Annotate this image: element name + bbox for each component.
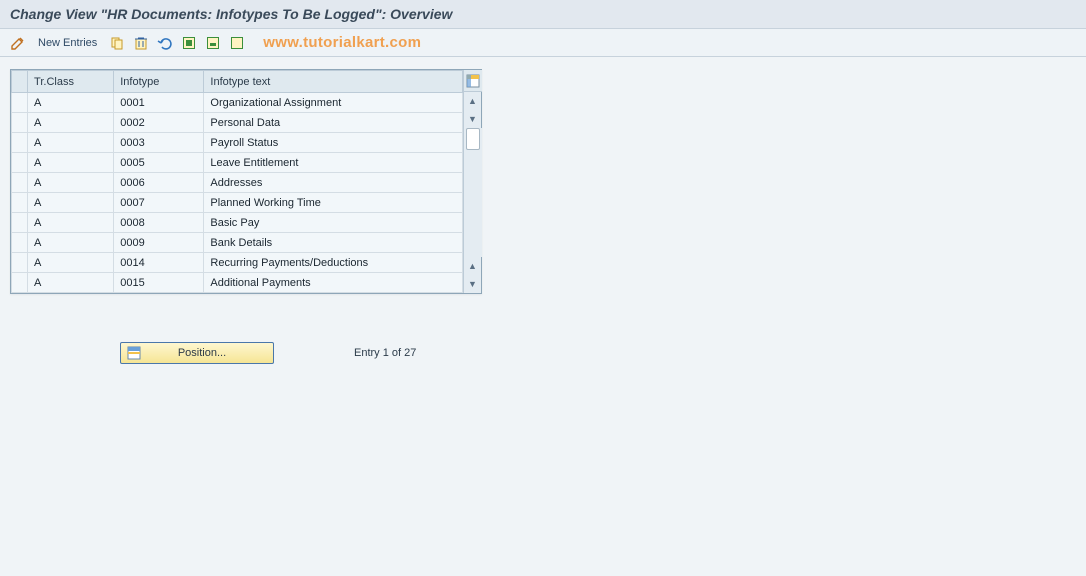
cell-infotype[interactable]: 0002 bbox=[114, 113, 204, 133]
row-handle[interactable] bbox=[12, 113, 28, 133]
cell-infotype-text[interactable]: Organizational Assignment bbox=[204, 93, 463, 113]
col-header-infotype[interactable]: Infotype bbox=[114, 71, 204, 93]
scroll-down-icon[interactable]: ▼ bbox=[464, 110, 482, 128]
watermark: www.tutorialkart.com bbox=[263, 34, 421, 51]
table-row[interactable]: A0009Bank Details bbox=[12, 233, 463, 253]
cell-trclass[interactable]: A bbox=[28, 133, 114, 153]
scroll-thumb[interactable] bbox=[466, 128, 480, 150]
position-button[interactable]: Position... bbox=[120, 342, 274, 364]
table-row[interactable]: A0005Leave Entitlement bbox=[12, 153, 463, 173]
cell-infotype[interactable]: 0005 bbox=[114, 153, 204, 173]
row-handle[interactable] bbox=[12, 173, 28, 193]
row-handle[interactable] bbox=[12, 93, 28, 113]
cell-infotype[interactable]: 0015 bbox=[114, 273, 204, 293]
toggle-display-change-icon[interactable] bbox=[8, 33, 28, 53]
cell-infotype-text[interactable]: Personal Data bbox=[204, 113, 463, 133]
title-bar: Change View "HR Documents: Infotypes To … bbox=[0, 0, 1086, 29]
content-area: Tr.Class Infotype Infotype text A0001Org… bbox=[0, 57, 1086, 376]
cell-infotype[interactable]: 0008 bbox=[114, 213, 204, 233]
col-header-trclass[interactable]: Tr.Class bbox=[28, 71, 114, 93]
row-handle[interactable] bbox=[12, 133, 28, 153]
position-icon bbox=[127, 346, 141, 360]
cell-infotype-text[interactable]: Leave Entitlement bbox=[204, 153, 463, 173]
row-handle[interactable] bbox=[12, 153, 28, 173]
cell-trclass[interactable]: A bbox=[28, 173, 114, 193]
cell-infotype-text[interactable]: Planned Working Time bbox=[204, 193, 463, 213]
entry-count: Entry 1 of 27 bbox=[354, 347, 416, 359]
copy-as-icon[interactable] bbox=[107, 33, 127, 53]
deselect-all-icon[interactable] bbox=[227, 33, 247, 53]
cell-infotype[interactable]: 0007 bbox=[114, 193, 204, 213]
undo-change-icon[interactable] bbox=[155, 33, 175, 53]
cell-trclass[interactable]: A bbox=[28, 233, 114, 253]
table-row[interactable]: A0007Planned Working Time bbox=[12, 193, 463, 213]
table-row[interactable]: A0006Addresses bbox=[12, 173, 463, 193]
scroll-up-icon[interactable]: ▲ bbox=[464, 92, 482, 110]
row-handle[interactable] bbox=[12, 273, 28, 293]
cell-infotype[interactable]: 0014 bbox=[114, 253, 204, 273]
table-settings-icon[interactable] bbox=[464, 70, 482, 92]
scroll-track[interactable] bbox=[464, 128, 482, 257]
cell-trclass[interactable]: A bbox=[28, 193, 114, 213]
position-label: Position... bbox=[155, 347, 249, 359]
table-row[interactable]: A0014Recurring Payments/Deductions bbox=[12, 253, 463, 273]
cell-infotype[interactable]: 0009 bbox=[114, 233, 204, 253]
select-all-icon[interactable] bbox=[179, 33, 199, 53]
cell-infotype-text[interactable]: Basic Pay bbox=[204, 213, 463, 233]
cell-infotype-text[interactable]: Additional Payments bbox=[204, 273, 463, 293]
cell-infotype[interactable]: 0001 bbox=[114, 93, 204, 113]
cell-trclass[interactable]: A bbox=[28, 93, 114, 113]
table-row[interactable]: A0002Personal Data bbox=[12, 113, 463, 133]
infotype-table: Tr.Class Infotype Infotype text A0001Org… bbox=[11, 70, 463, 293]
toolbar: New Entries www.tutorialkart.com bbox=[0, 29, 1086, 57]
cell-infotype-text[interactable]: Addresses bbox=[204, 173, 463, 193]
vertical-scrollbar[interactable]: ▲ ▼ ▲ ▼ bbox=[463, 70, 481, 293]
cell-trclass[interactable]: A bbox=[28, 113, 114, 133]
cell-trclass[interactable]: A bbox=[28, 213, 114, 233]
cell-trclass[interactable]: A bbox=[28, 153, 114, 173]
row-handle[interactable] bbox=[12, 253, 28, 273]
table-container: Tr.Class Infotype Infotype text A0001Org… bbox=[10, 69, 482, 294]
scroll-down2-icon[interactable]: ▼ bbox=[464, 275, 482, 293]
page-title: Change View "HR Documents: Infotypes To … bbox=[10, 6, 1076, 22]
select-all-corner[interactable] bbox=[12, 71, 28, 93]
new-entries-button[interactable]: New Entries bbox=[32, 35, 103, 51]
cell-infotype[interactable]: 0003 bbox=[114, 133, 204, 153]
cell-infotype-text[interactable]: Recurring Payments/Deductions bbox=[204, 253, 463, 273]
scroll-up2-icon[interactable]: ▲ bbox=[464, 257, 482, 275]
cell-infotype-text[interactable]: Payroll Status bbox=[204, 133, 463, 153]
cell-infotype-text[interactable]: Bank Details bbox=[204, 233, 463, 253]
cell-infotype[interactable]: 0006 bbox=[114, 173, 204, 193]
table-row[interactable]: A0001Organizational Assignment bbox=[12, 93, 463, 113]
table-row[interactable]: A0008Basic Pay bbox=[12, 213, 463, 233]
row-handle[interactable] bbox=[12, 193, 28, 213]
table-row[interactable]: A0015Additional Payments bbox=[12, 273, 463, 293]
table-row[interactable]: A0003Payroll Status bbox=[12, 133, 463, 153]
cell-trclass[interactable]: A bbox=[28, 253, 114, 273]
col-header-infotype-text[interactable]: Infotype text bbox=[204, 71, 463, 93]
delete-icon[interactable] bbox=[131, 33, 151, 53]
footer-area: Position... Entry 1 of 27 bbox=[10, 342, 1076, 364]
select-block-icon[interactable] bbox=[203, 33, 223, 53]
cell-trclass[interactable]: A bbox=[28, 273, 114, 293]
row-handle[interactable] bbox=[12, 213, 28, 233]
row-handle[interactable] bbox=[12, 233, 28, 253]
